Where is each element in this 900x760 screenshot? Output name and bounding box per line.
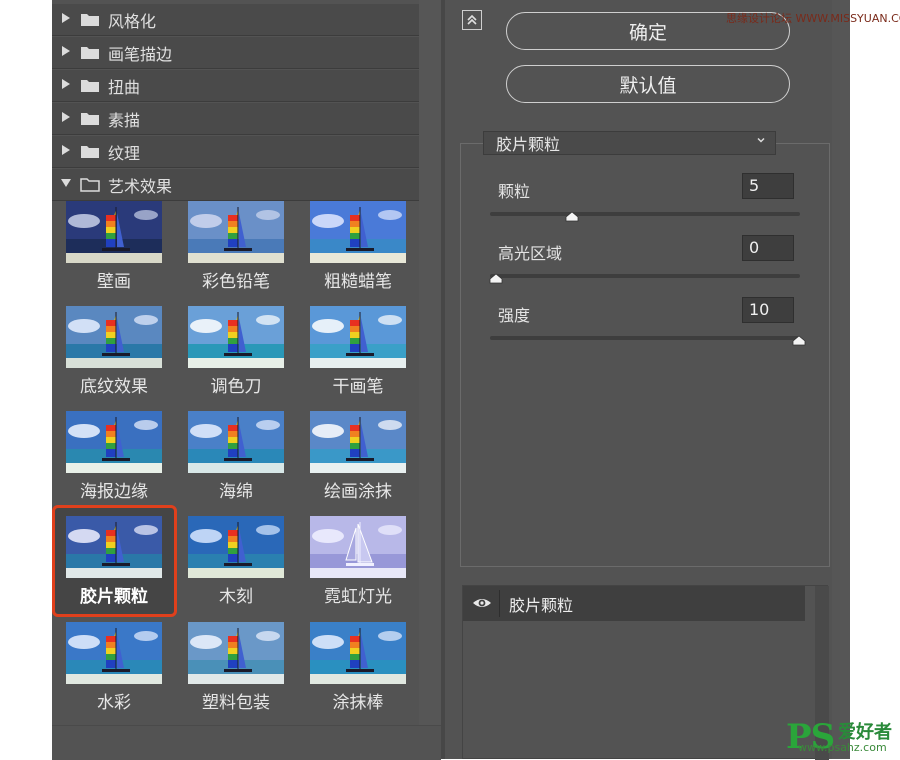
filter-thumbnail[interactable]: [310, 411, 406, 473]
param-label: 强度: [498, 306, 531, 325]
category-label: 风格化: [108, 11, 157, 31]
filter-label: 底纹效果: [80, 377, 148, 397]
filter-thumbnail[interactable]: [188, 516, 284, 578]
param-label: 高光区域: [498, 244, 563, 263]
folder-icon: [80, 79, 100, 93]
triangle-right-icon: [52, 12, 80, 28]
filter-label: 粗糙蜡笔: [324, 272, 392, 292]
triangle-right-icon: [52, 45, 80, 61]
filter-thumbnail[interactable]: [66, 516, 162, 578]
category-label: 扭曲: [108, 77, 141, 97]
filter-category[interactable]: 艺术效果: [52, 169, 419, 201]
filter-browser: 风格化画笔描边扭曲素描纹理艺术效果 壁画 彩色铅笔 粗糙蜡笔底纹效果 调色刀 干画笔海报…: [52, 0, 441, 760]
filter-label: 涂抹棒: [332, 693, 384, 713]
filter-thumbnail[interactable]: [188, 306, 284, 368]
folder-icon: [80, 13, 100, 27]
filter-label: 壁画: [97, 272, 131, 292]
filter-thumbnail[interactable]: [310, 306, 406, 368]
filter-category[interactable]: 素描: [52, 103, 419, 135]
category-label: 艺术效果: [108, 176, 173, 196]
filter-thumbnail[interactable]: [310, 622, 406, 684]
filter-category[interactable]: 画笔描边: [52, 37, 419, 69]
filter-label: 胶片颗粒: [80, 587, 148, 607]
filter-category[interactable]: 扭曲: [52, 70, 419, 102]
filter-gallery-dialog: 风格化画笔描边扭曲素描纹理艺术效果 壁画 彩色铅笔 粗糙蜡笔底纹效果 调色刀 干画笔海报…: [52, 0, 850, 760]
effect-layers-panel: 胶片颗粒: [462, 585, 829, 760]
param-value-input[interactable]: 10: [742, 297, 794, 323]
filter-thumbnail[interactable]: [66, 622, 162, 684]
category-label: 画笔描边: [108, 44, 173, 64]
folder-icon: [80, 145, 100, 159]
watermark-top: 思缘设计论坛 WWW.MISSYUAN.COM: [726, 12, 900, 25]
param-value-input[interactable]: 0: [742, 235, 794, 261]
filter-label: 霓虹灯光: [324, 587, 392, 607]
filter-thumbnail[interactable]: [66, 306, 162, 368]
filter-browser-scrollbar[interactable]: [419, 0, 441, 725]
panel-divider[interactable]: [441, 0, 445, 759]
param-slider-thumb[interactable]: [792, 331, 806, 346]
category-label: 素描: [108, 110, 141, 130]
category-label: 纹理: [108, 143, 141, 163]
filter-label: 木刻: [219, 587, 253, 607]
folder-icon: [80, 112, 100, 126]
filter-thumbnail[interactable]: [66, 201, 162, 263]
chevron-down-icon: [755, 134, 767, 149]
filter-label: 绘画涂抹: [324, 482, 392, 502]
param-slider-track[interactable]: [490, 274, 800, 278]
filter-label: 彩色铅笔: [202, 272, 270, 292]
param-slider-track[interactable]: [490, 336, 800, 340]
filter-label: 水彩: [97, 693, 131, 713]
triangle-right-icon: [52, 144, 80, 160]
triangle-down-icon: [52, 177, 80, 192]
folder-icon: [80, 46, 100, 60]
folder-icon: [80, 177, 100, 192]
eye-icon[interactable]: [471, 594, 493, 612]
filter-thumbnail[interactable]: [188, 201, 284, 263]
collapse-up-icon[interactable]: [462, 10, 482, 30]
filter-thumbnail[interactable]: [66, 411, 162, 473]
triangle-right-icon: [52, 111, 80, 127]
filter-settings-panel: [460, 143, 830, 567]
filter-select-dropdown[interactable]: 胶片颗粒: [483, 131, 776, 155]
filter-category[interactable]: 纹理: [52, 136, 419, 168]
filter-label: 海报边缘: [80, 482, 148, 502]
filter-label: 海绵: [219, 482, 253, 502]
effect-layer-row[interactable]: 胶片颗粒: [463, 586, 805, 621]
filter-thumbnail[interactable]: [188, 622, 284, 684]
watermark-url: www.psahz.com: [798, 741, 887, 754]
filter-label: 塑料包装: [202, 693, 270, 713]
filter-thumbnail[interactable]: [310, 201, 406, 263]
layer-name: 胶片颗粒: [509, 596, 574, 615]
filter-thumbnail[interactable]: [310, 516, 406, 578]
filter-select-value: 胶片颗粒: [496, 135, 561, 154]
layer-separator: [499, 590, 500, 617]
param-value-input[interactable]: 5: [742, 173, 794, 199]
param-slider-thumb[interactable]: [489, 269, 503, 284]
filter-browser-footer: [52, 725, 441, 760]
right-edge: [832, 0, 850, 759]
param-slider-thumb[interactable]: [565, 207, 579, 222]
filter-category[interactable]: 风格化: [52, 4, 419, 36]
param-slider-track[interactable]: [490, 212, 800, 216]
filter-thumbnail[interactable]: [188, 411, 284, 473]
triangle-right-icon: [52, 78, 80, 94]
default-button[interactable]: 默认值: [506, 65, 790, 103]
param-label: 颗粒: [498, 182, 531, 201]
filter-label: 干画笔: [332, 377, 384, 397]
filter-label: 调色刀: [210, 377, 262, 397]
